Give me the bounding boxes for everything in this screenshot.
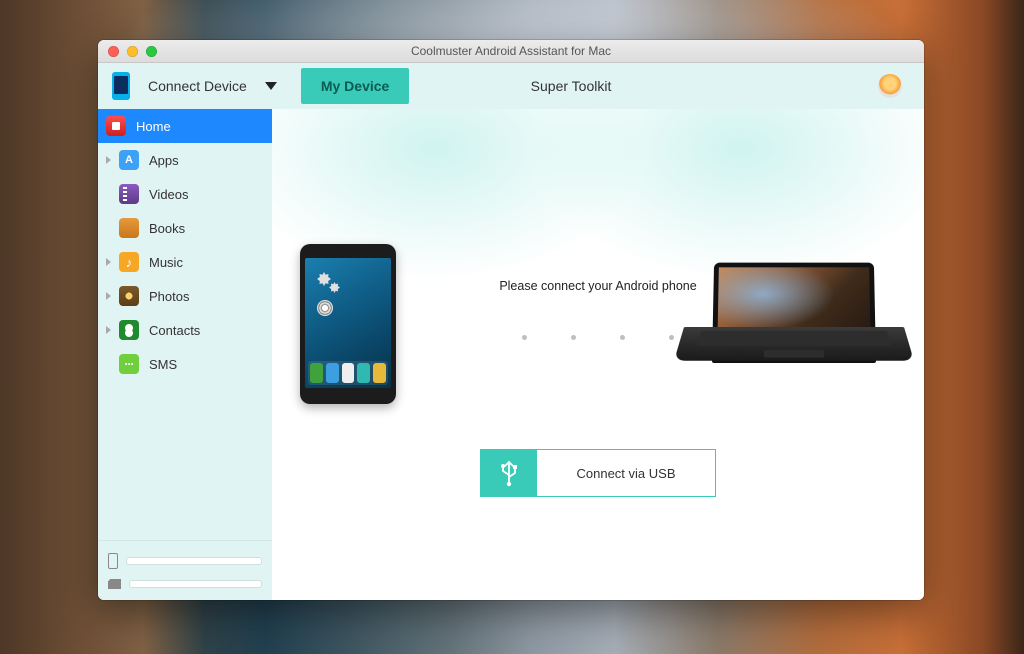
connect-via-usb-button[interactable]: Connect via USB: [480, 449, 716, 497]
window-title: Coolmuster Android Assistant for Mac: [98, 44, 924, 58]
app-window: Coolmuster Android Assistant for Mac Con…: [98, 40, 924, 600]
sidebar-item-label: Home: [136, 119, 171, 134]
connect-device-label: Connect Device: [148, 78, 247, 94]
desktop-wallpaper: Coolmuster Android Assistant for Mac Con…: [0, 0, 1024, 654]
sidebar-item-music[interactable]: Music: [98, 245, 272, 279]
expand-arrow-icon: [106, 292, 111, 300]
sidebar-item-label: Photos: [149, 289, 189, 304]
sidebar-item-label: Videos: [149, 187, 189, 202]
connect-prompt-text: Please connect your Android phone: [499, 279, 696, 293]
storage-indicators: [98, 540, 272, 600]
sidebar-item-label: Contacts: [149, 323, 200, 338]
sd-card-icon: [108, 579, 121, 589]
sidebar: Home Apps Videos Boo: [98, 109, 272, 600]
gear-icon: [329, 282, 340, 293]
chevron-down-icon: [265, 82, 277, 90]
sidebar-item-label: Music: [149, 255, 183, 270]
laptop-illustration: [684, 259, 904, 409]
progress-dot: [620, 335, 625, 340]
sidebar-item-label: SMS: [149, 357, 177, 372]
sidebar-item-contacts[interactable]: Contacts: [98, 313, 272, 347]
music-icon: [119, 252, 139, 272]
apps-icon: [119, 150, 139, 170]
photos-icon: [119, 286, 139, 306]
progress-dot: [669, 335, 674, 340]
expand-arrow-icon: [106, 326, 111, 334]
contacts-icon: [119, 320, 139, 340]
my-device-button[interactable]: My Device: [301, 68, 409, 104]
sidebar-item-sms[interactable]: SMS: [98, 347, 272, 381]
internal-storage-row: [108, 553, 262, 569]
connect-via-usb-label: Connect via USB: [537, 450, 715, 496]
usb-icon: [481, 450, 537, 496]
sidebar-item-videos[interactable]: Videos: [98, 177, 272, 211]
internal-storage-bar: [126, 557, 262, 565]
sidebar-item-home[interactable]: Home: [98, 109, 272, 143]
sidebar-nav: Home Apps Videos Boo: [98, 109, 272, 540]
progress-dot: [522, 335, 527, 340]
sidebar-item-books[interactable]: Books: [98, 211, 272, 245]
sd-storage-bar: [129, 580, 262, 588]
top-toolbar: Connect Device My Device Super Toolkit: [98, 63, 924, 109]
connection-progress-dots: [522, 335, 674, 340]
android-phone-illustration: [300, 244, 396, 404]
sidebar-item-label: Apps: [149, 153, 179, 168]
user-avatar[interactable]: [878, 74, 902, 98]
super-toolkit-button[interactable]: Super Toolkit: [531, 78, 612, 94]
gear-icon: [317, 272, 331, 286]
device-phone-icon: [112, 72, 130, 100]
sidebar-item-label: Books: [149, 221, 185, 236]
sd-storage-row: [108, 579, 262, 589]
books-icon: [119, 218, 139, 238]
film-reel-icon: [317, 300, 333, 316]
connect-device-dropdown[interactable]: Connect Device: [148, 78, 277, 94]
expand-arrow-icon: [106, 258, 111, 266]
title-bar: Coolmuster Android Assistant for Mac: [98, 40, 924, 63]
sidebar-item-apps[interactable]: Apps: [98, 143, 272, 177]
sms-icon: [119, 354, 139, 374]
main-content: Please connect your Android phone: [272, 109, 924, 600]
progress-dot: [571, 335, 576, 340]
sidebar-item-photos[interactable]: Photos: [98, 279, 272, 313]
internal-storage-icon: [108, 553, 118, 569]
videos-icon: [119, 184, 139, 204]
expand-arrow-icon: [106, 156, 111, 164]
home-icon: [106, 116, 126, 136]
